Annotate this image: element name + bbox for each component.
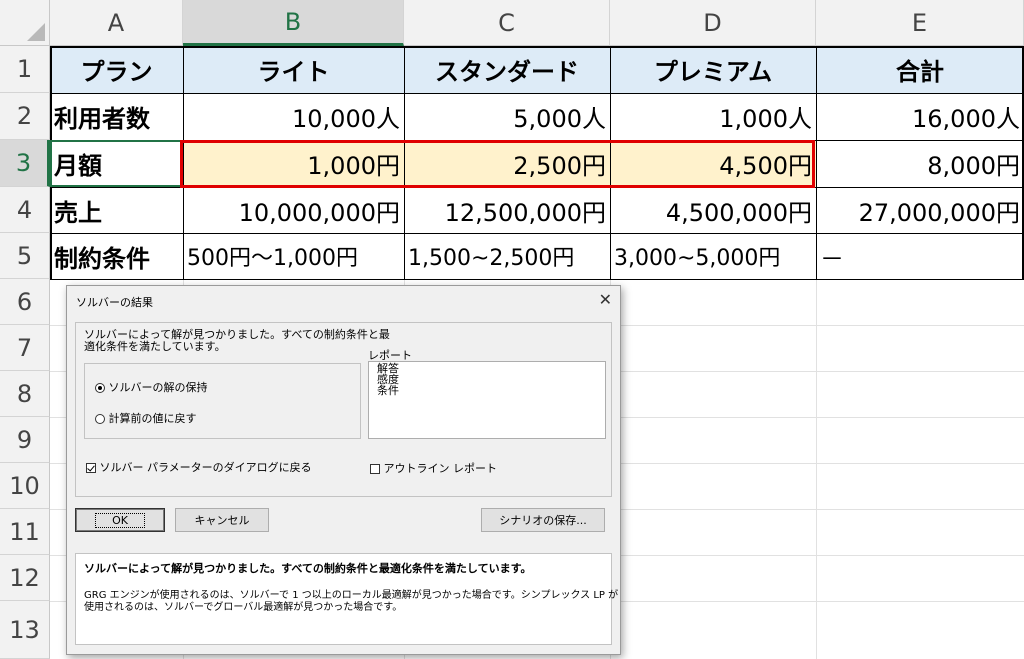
table-border bbox=[50, 279, 1024, 280]
message-line-2: 適化条件を満たしています。 bbox=[84, 340, 226, 353]
column-header-b[interactable]: B bbox=[183, 0, 404, 46]
result-title: ソルバーによって解が見つかりました。すべての制約条件と最適化条件を満たしています… bbox=[84, 562, 532, 575]
result-detail-line-1: GRG エンジンが使用されるのは、ソルバーで 1 つ以上のローカル最適解が見つか… bbox=[84, 590, 619, 601]
row-header-8[interactable]: 8 bbox=[0, 371, 50, 417]
cell-e4[interactable]: 27,000,000円 bbox=[816, 187, 1024, 233]
cell-b2[interactable]: 10,000人 bbox=[183, 93, 404, 140]
radio-checked-icon bbox=[95, 383, 105, 393]
result-detail-line-2: 使用されるのは、ソルバーでグローバル最適解が見つかった場合です。 bbox=[84, 602, 403, 613]
highlight-box bbox=[180, 140, 815, 188]
cell-c5[interactable]: 1,500~2,500円 bbox=[404, 233, 610, 279]
column-header-a[interactable]: A bbox=[50, 0, 183, 46]
reports-listbox[interactable]: 解答 感度 条件 bbox=[368, 361, 606, 439]
solver-results-dialog: ソルバーの結果 ✕ ソルバーによって解が見つかりました。すべての制約条件と最 適… bbox=[66, 285, 621, 655]
report-item[interactable]: 条件 bbox=[377, 385, 597, 396]
radio-restore-values[interactable]: 計算前の値に戻す bbox=[95, 410, 197, 426]
cell-a5[interactable]: 制約条件 bbox=[50, 233, 183, 279]
cell-b5[interactable]: 500円～1,000円 bbox=[183, 233, 404, 279]
table-border bbox=[50, 46, 1024, 48]
cell-d2[interactable]: 1,000人 bbox=[610, 93, 816, 140]
close-icon[interactable]: ✕ bbox=[599, 290, 612, 309]
cell-c4[interactable]: 12,500,000円 bbox=[404, 187, 610, 233]
column-header-e[interactable]: E bbox=[816, 0, 1024, 46]
options-group: ソルバーによって解が見つかりました。すべての制約条件と最 適化条件を満たしていま… bbox=[75, 322, 612, 497]
message: ソルバーによって解が見つかりました。すべての制約条件と最 適化条件を満たしていま… bbox=[84, 329, 390, 353]
cell-a1[interactable]: プラン bbox=[50, 46, 183, 93]
radio-restore-label: 計算前の値に戻す bbox=[108, 412, 197, 425]
radio-keep-solution[interactable]: ソルバーの解の保持 bbox=[95, 379, 208, 395]
checkbox-checked-icon bbox=[86, 463, 96, 473]
cell-d1[interactable]: プレミアム bbox=[610, 46, 816, 93]
cell-d5[interactable]: 3,000~5,000円 bbox=[610, 233, 816, 279]
row-header-7[interactable]: 7 bbox=[0, 325, 50, 371]
row-header-2[interactable]: 2 bbox=[0, 93, 50, 140]
cell-e1[interactable]: 合計 bbox=[816, 46, 1024, 93]
result-detail: GRG エンジンが使用されるのは、ソルバーで 1 つ以上のローカル最適解が見つか… bbox=[84, 590, 618, 614]
row-header-4[interactable]: 4 bbox=[0, 187, 50, 233]
row-header-11[interactable]: 11 bbox=[0, 509, 50, 555]
cell-c1[interactable]: スタンダード bbox=[404, 46, 610, 93]
outline-report-label: アウトライン レポート bbox=[383, 462, 498, 475]
cell-a4[interactable]: 売上 bbox=[50, 187, 183, 233]
cell-c2[interactable]: 5,000人 bbox=[404, 93, 610, 140]
radio-keep-label: ソルバーの解の保持 bbox=[108, 381, 208, 394]
report-item[interactable]: 解答 bbox=[377, 363, 597, 374]
table-border bbox=[50, 233, 1024, 234]
report-item[interactable]: 感度 bbox=[377, 374, 597, 385]
column-header-c[interactable]: C bbox=[404, 0, 610, 46]
solution-option-group: ソルバーの解の保持 計算前の値に戻す bbox=[84, 363, 361, 439]
row-header-13[interactable]: 13 bbox=[0, 601, 50, 659]
cancel-button[interactable]: キャンセル bbox=[175, 508, 269, 532]
ok-button[interactable]: OK bbox=[75, 508, 165, 532]
row-header-6[interactable]: 6 bbox=[0, 279, 50, 325]
row-header-12[interactable]: 12 bbox=[0, 555, 50, 601]
select-all-corner[interactable] bbox=[0, 0, 50, 46]
save-scenario-button[interactable]: シナリオの保存... bbox=[481, 508, 605, 532]
dialog-title: ソルバーの結果 bbox=[76, 296, 153, 309]
ok-label: OK bbox=[95, 512, 145, 528]
checkbox-unchecked-icon bbox=[370, 464, 380, 474]
column-header-d[interactable]: D bbox=[610, 0, 816, 46]
row-header-5[interactable]: 5 bbox=[0, 233, 50, 279]
cell-d4[interactable]: 4,500,000円 bbox=[610, 187, 816, 233]
cell-b1[interactable]: ライト bbox=[183, 46, 404, 93]
cell-e5[interactable]: － bbox=[816, 233, 1024, 279]
return-dialog-label: ソルバー パラメーターのダイアログに戻る bbox=[99, 461, 312, 474]
cell-a2[interactable]: 利用者数 bbox=[50, 93, 183, 140]
radio-unchecked-icon bbox=[95, 414, 105, 424]
cell-e3[interactable]: 8,000円 bbox=[816, 140, 1024, 187]
checkbox-return-to-parameters[interactable]: ソルバー パラメーターのダイアログに戻る bbox=[86, 459, 312, 475]
row-header-3[interactable]: 3 bbox=[0, 140, 50, 187]
cell-b4[interactable]: 10,000,000円 bbox=[183, 187, 404, 233]
row-header-9[interactable]: 9 bbox=[0, 417, 50, 463]
active-cell-outline bbox=[50, 140, 183, 187]
row-header-10[interactable]: 10 bbox=[0, 463, 50, 509]
row-header-1[interactable]: 1 bbox=[0, 46, 50, 93]
result-description-panel: ソルバーによって解が見つかりました。すべての制約条件と最適化条件を満たしています… bbox=[75, 553, 618, 645]
table-border bbox=[816, 46, 817, 280]
cell-e2[interactable]: 16,000人 bbox=[816, 93, 1024, 140]
checkbox-outline-report[interactable]: アウトライン レポート bbox=[370, 460, 497, 476]
table-border bbox=[50, 93, 1024, 94]
